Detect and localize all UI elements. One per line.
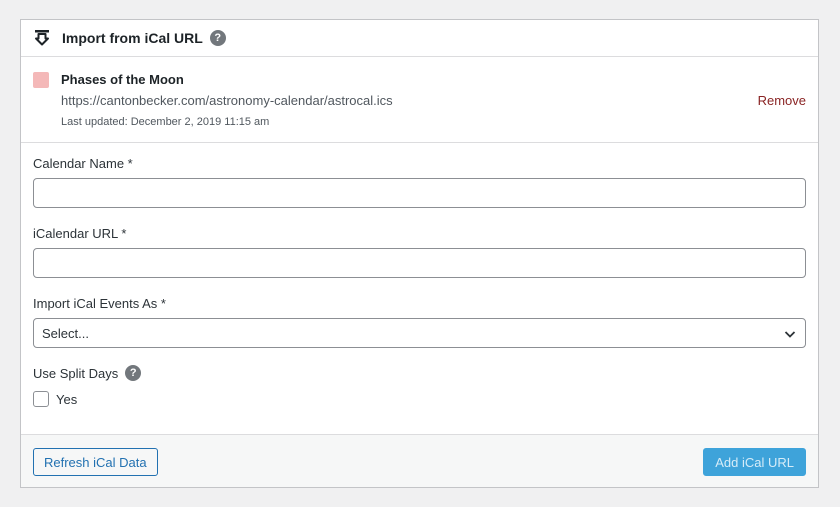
ical-import-panel: Import from iCal URL ? Phases of the Moo… [20,19,819,488]
ical-url-label: iCalendar URL * [33,226,127,241]
calendar-name-label: Calendar Name * [33,156,133,171]
remove-feed-link[interactable]: Remove [758,93,806,108]
feed-last-updated: Last updated: December 2, 2019 11:15 am [61,116,270,128]
import-as-label: Import iCal Events As * [33,296,166,311]
import-form: Calendar Name * iCalendar URL * Import i… [21,143,818,434]
split-days-help-icon[interactable]: ? [125,365,142,381]
refresh-ical-data-button[interactable]: Refresh iCal Data [33,448,158,476]
chevron-down-icon [783,327,797,341]
calendar-color-swatch [33,72,49,88]
panel-header: Import from iCal URL ? [21,20,818,57]
import-download-icon [34,29,50,47]
split-days-row: Use Split Days ? [33,365,142,381]
split-days-label: Use Split Days [33,365,119,381]
import-as-selected-value: Select... [42,325,89,341]
feed-url: https://cantonbecker.com/astronomy-calen… [61,93,393,108]
feed-name: Phases of the Moon [61,72,184,87]
ical-url-input[interactable] [33,248,806,278]
panel-title: Import from iCal URL [62,30,203,46]
split-days-option: Yes [33,391,77,407]
panel-footer: Refresh iCal Data Add iCal URL [21,434,818,487]
calendar-name-input[interactable] [33,178,806,208]
import-as-select[interactable]: Select... [33,318,806,348]
split-days-checkbox[interactable] [33,391,49,407]
split-days-checkbox-label: Yes [56,391,78,407]
help-icon[interactable]: ? [209,30,226,46]
feed-list-item: Phases of the Moon https://cantonbecker.… [21,57,818,143]
add-ical-url-button[interactable]: Add iCal URL [703,448,806,476]
